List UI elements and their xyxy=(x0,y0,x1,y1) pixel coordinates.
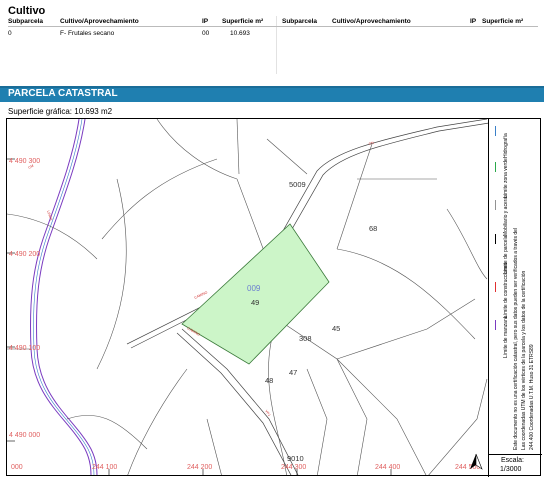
legend-swatches xyxy=(495,126,496,330)
road-label: CAMINO xyxy=(194,290,209,300)
legend-item: Mobiliario y aceras xyxy=(503,194,509,236)
header-ip: IP xyxy=(470,18,477,25)
scale-label: Escala: xyxy=(501,457,524,464)
header-subparcela: Subparcela xyxy=(282,18,318,25)
y-coordinate: 4 490 300 xyxy=(9,158,40,165)
legend-item: Límite de construcciones xyxy=(503,262,509,318)
map-canvas: 4 490 300 4 490 200 4 490 100 4 490 000 … xyxy=(7,119,490,475)
section-title: PARCELA CATASTRAL xyxy=(8,88,118,99)
parcel-code: 009 xyxy=(247,284,261,293)
superficie-grafica: Superficie gráfica: 10.693 m2 xyxy=(8,107,113,116)
x-coordinate: 244 300 xyxy=(281,464,306,471)
x-coordinate: 244 200 xyxy=(187,464,212,471)
parcel-number: 45 xyxy=(332,324,340,333)
header-subparcela: Subparcela xyxy=(8,18,44,25)
legend-item: Hidrografía xyxy=(503,133,509,158)
cultivo-title: Cultivo xyxy=(8,5,46,17)
y-coordinate: 4 490 200 xyxy=(9,251,40,258)
header-cultivo: Cultivo/Aprovechamiento xyxy=(60,18,139,25)
legend-note: Las coordenadas UTM de los vértices de l… xyxy=(521,270,527,450)
river-outline xyxy=(30,119,92,475)
cell-ip: 00 xyxy=(202,30,210,37)
map-legend: Hidrografía Límite zona verde Mobiliario… xyxy=(488,118,542,454)
road-label: CN xyxy=(368,141,374,146)
road xyxy=(126,119,488,345)
x-coordinate: 000 xyxy=(11,464,23,471)
y-coordinate: 4 490 000 xyxy=(9,432,40,439)
road xyxy=(130,122,490,349)
parcel-number: 47 xyxy=(289,368,297,377)
x-coordinate: 244 400 xyxy=(375,464,400,471)
header-ip: IP xyxy=(202,18,209,25)
road-label: VPJ xyxy=(264,409,271,417)
header-rule xyxy=(8,26,538,27)
table-divider xyxy=(276,16,277,74)
cell-superficie: 10.693 xyxy=(230,30,250,37)
y-coordinate: 4 490 100 xyxy=(9,345,40,352)
parcel-number: 9010 xyxy=(287,454,304,463)
legend-note: Este documento no es una certificación c… xyxy=(513,227,519,450)
parcel-number: 68 xyxy=(369,224,377,233)
header-superficie: Superficie m² xyxy=(482,18,524,25)
scale-box: Escala: 1/3000 xyxy=(488,454,542,477)
legend-item: Límite zona verde xyxy=(503,158,509,198)
section-header-bar: PARCELA CATASTRAL xyxy=(0,86,544,102)
parcel-number: 48 xyxy=(265,376,273,385)
river-outline xyxy=(36,119,98,475)
river-center xyxy=(33,119,95,475)
cell-subparcela: 0 xyxy=(8,30,12,37)
parcel-number: 5009 xyxy=(289,180,306,189)
parcel-number: 308 xyxy=(299,334,312,343)
cadastral-map: 4 490 300 4 490 200 4 490 100 4 490 000 … xyxy=(6,118,541,476)
header-superficie: Superficie m² xyxy=(222,18,264,25)
legend-symbols xyxy=(491,122,500,452)
legend-item: Límite de manzana xyxy=(503,315,509,358)
legend-note: 244.400 Coordenadas U.T.M. Huso 31 ETRS8… xyxy=(529,344,535,450)
parcel-number: 49 xyxy=(251,298,259,307)
header-cultivo: Cultivo/Aprovechamiento xyxy=(332,18,411,25)
x-coordinate: 244 100 xyxy=(92,464,117,471)
cell-cultivo: F- Frutales secano xyxy=(60,30,115,37)
scale-value: 1/3000 xyxy=(500,466,522,473)
